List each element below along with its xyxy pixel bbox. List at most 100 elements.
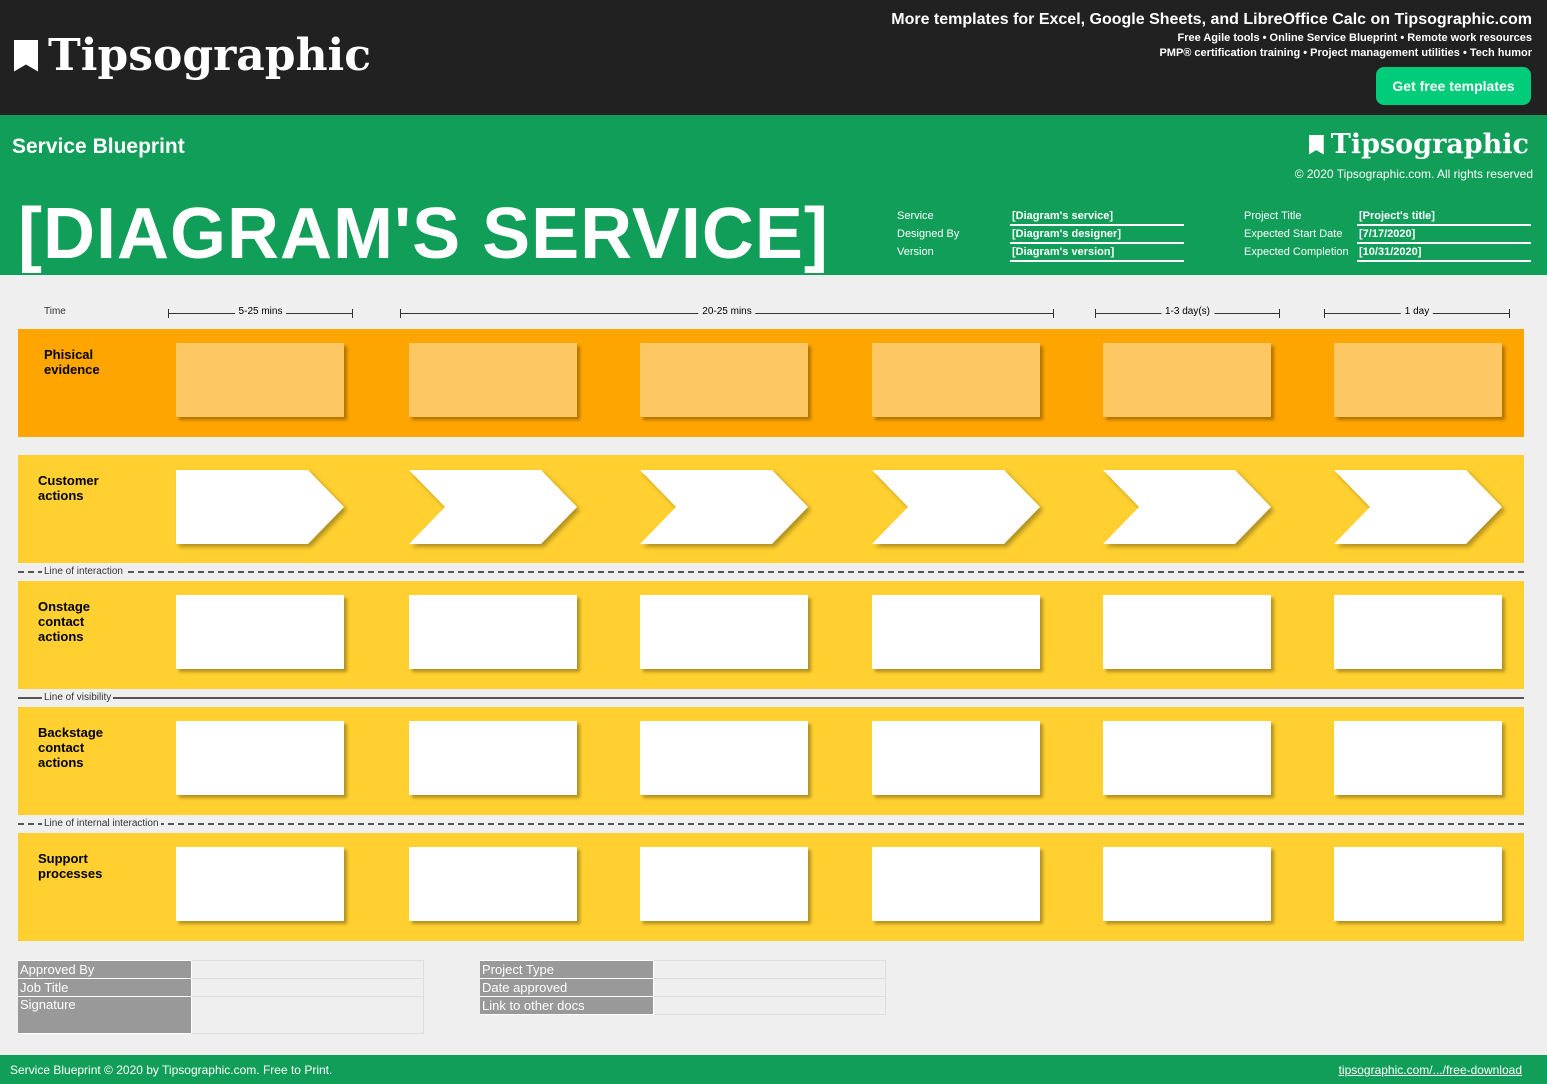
meta-value-field[interactable]: [Diagram's designer] <box>1010 228 1184 244</box>
action-card[interactable] <box>1103 721 1271 795</box>
customer-action-chevron[interactable] <box>640 470 808 544</box>
promo: More templates for Excel, Google Sheets,… <box>891 11 1532 59</box>
customer-action-chevron[interactable] <box>409 470 577 544</box>
lane-1: Customer actions <box>18 455 1524 563</box>
action-card[interactable] <box>1103 595 1271 669</box>
time-label: Time <box>44 306 66 317</box>
bookmark-icon <box>1308 134 1324 155</box>
evidence-card[interactable] <box>409 343 577 417</box>
promo-links-1[interactable]: Free Agile tools • Online Service Bluepr… <box>891 32 1532 44</box>
timeline-duration: 5-25 mins <box>234 306 287 317</box>
approval-row: Approved By <box>18 960 424 979</box>
meta-label: Project Title <box>1244 210 1302 222</box>
line-label: Line of interaction <box>42 566 125 577</box>
approval-label: Signature <box>18 996 192 1034</box>
action-card[interactable] <box>409 721 577 795</box>
evidence-card[interactable] <box>640 343 808 417</box>
action-card[interactable] <box>176 721 344 795</box>
approval-label: Job Title <box>18 978 192 997</box>
header-logo: Tipsographic <box>1308 129 1529 160</box>
approval-row: Signature <box>18 996 424 1034</box>
evidence-card[interactable] <box>1334 343 1502 417</box>
approval-label: Project Type <box>480 960 654 979</box>
action-card[interactable] <box>1334 595 1502 669</box>
customer-action-chevron[interactable] <box>1103 470 1271 544</box>
lane-4: Support processes <box>18 833 1524 941</box>
bookmark-icon <box>14 39 38 72</box>
meta-value-field[interactable]: [10/31/2020] <box>1357 246 1531 262</box>
line-label: Line of visibility <box>42 692 114 703</box>
page-title: [DIAGRAM'S SERVICE] <box>18 194 829 274</box>
promo-links-2[interactable]: PMP® certification training • Project ma… <box>891 47 1532 59</box>
footer-link[interactable]: tipsographic.com/.../free-download <box>1339 1063 1522 1077</box>
meta-label: Expected Start Date <box>1244 228 1343 240</box>
meta-label: Designed By <box>897 228 960 240</box>
action-card[interactable] <box>1103 847 1271 921</box>
approval-value-field[interactable] <box>190 960 424 979</box>
meta-value-field[interactable]: [Diagram's version] <box>1010 246 1184 262</box>
logo-text: Tipsographic <box>48 30 372 81</box>
action-card[interactable] <box>872 721 1040 795</box>
line-of-interaction: Line of interaction <box>18 566 1524 577</box>
lane-label: Phisical evidence <box>44 347 100 377</box>
approval-value-field[interactable] <box>652 978 886 997</box>
action-card[interactable] <box>1334 721 1502 795</box>
action-card[interactable] <box>640 847 808 921</box>
approval-value-field[interactable] <box>190 996 424 1034</box>
approval-label: Link to other docs <box>480 996 654 1015</box>
approval-value-field[interactable] <box>652 960 886 979</box>
promo-title[interactable]: More templates for Excel, Google Sheets,… <box>891 11 1532 29</box>
evidence-card[interactable] <box>176 343 344 417</box>
blueprint-header: Service Blueprint Tipsographic © 2020 Ti… <box>0 115 1547 275</box>
footer: Service Blueprint © 2020 by Tipsographic… <box>0 1055 1547 1084</box>
lane-3: Backstage contact actions <box>18 707 1524 815</box>
action-card[interactable] <box>640 595 808 669</box>
meta-value-field[interactable]: [7/17/2020] <box>1357 228 1531 244</box>
action-card[interactable] <box>640 721 808 795</box>
meta-value-field[interactable]: [Diagram's service] <box>1010 210 1184 226</box>
line-label: Line of internal interaction <box>42 818 161 829</box>
lane-label: Support processes <box>38 851 103 881</box>
timeline-segment: 1-3 day(s) <box>1095 306 1280 318</box>
customer-action-chevron[interactable] <box>872 470 1040 544</box>
action-card[interactable] <box>872 595 1040 669</box>
footer-text: Service Blueprint © 2020 by Tipsographic… <box>10 1063 333 1077</box>
meta-label: Service <box>897 210 934 222</box>
action-card[interactable] <box>1334 847 1502 921</box>
approval-row: Project Type <box>480 960 886 979</box>
approval-table-right: Project Type Date approved Link to other d… <box>480 960 886 1015</box>
line-of-visibility: Line of visibility <box>18 692 1524 703</box>
action-card[interactable] <box>409 847 577 921</box>
meta-value-field[interactable]: [Project's title] <box>1357 210 1531 226</box>
approval-row: Job Title <box>18 978 424 997</box>
line-of-internal: Line of internal interaction <box>18 818 1524 829</box>
copyright: © 2020 Tipsographic.com. All rights rese… <box>1294 167 1533 181</box>
approval-value-field[interactable] <box>190 978 424 997</box>
customer-action-chevron[interactable] <box>176 470 344 544</box>
approval-label: Date approved <box>480 978 654 997</box>
evidence-card[interactable] <box>872 343 1040 417</box>
lane-label: Backstage contact actions <box>38 725 104 770</box>
customer-action-chevron[interactable] <box>1334 470 1502 544</box>
approval-row: Date approved <box>480 978 886 997</box>
subtitle: Service Blueprint <box>12 135 185 158</box>
lane-0: Phisical evidence <box>18 329 1524 437</box>
top-banner: Tipsographic More templates for Excel, G… <box>0 0 1547 115</box>
logo-text: Tipsographic <box>1330 129 1529 160</box>
lane-2: Onstage contact actions <box>18 581 1524 689</box>
action-card[interactable] <box>409 595 577 669</box>
timeline-duration: 20-25 mins <box>698 306 756 317</box>
approval-table-left: Approved By Job Title Signature <box>18 960 424 1034</box>
action-card[interactable] <box>872 847 1040 921</box>
get-free-templates-button[interactable]: Get free templates <box>1376 67 1531 105</box>
evidence-card[interactable] <box>1103 343 1271 417</box>
timeline-duration: 1 day <box>1400 306 1434 317</box>
logo[interactable]: Tipsographic <box>14 30 371 81</box>
meta-label: Version <box>897 246 934 258</box>
timeline-segment: 20-25 mins <box>400 306 1054 318</box>
action-card[interactable] <box>176 595 344 669</box>
approval-value-field[interactable] <box>652 996 886 1015</box>
meta-label: Expected Completion <box>1244 246 1349 258</box>
approval-row: Link to other docs <box>480 996 886 1015</box>
action-card[interactable] <box>176 847 344 921</box>
